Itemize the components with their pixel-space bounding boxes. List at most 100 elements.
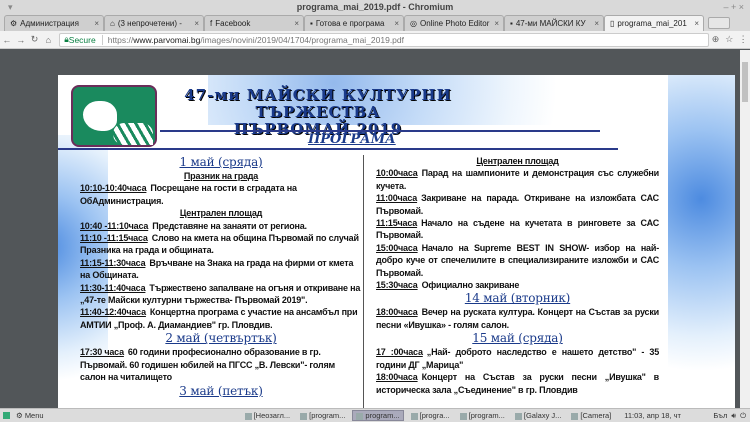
bookmark-star-icon[interactable]: ☆ bbox=[722, 34, 736, 45]
menu-button[interactable]: ⚙ Menu bbox=[16, 411, 44, 420]
home-icon[interactable]: ⌂ bbox=[41, 35, 55, 45]
window-controls[interactable]: – + × bbox=[723, 0, 744, 14]
item-time: 11:00часа bbox=[376, 193, 418, 204]
tab-label: programa_mai_201 bbox=[617, 19, 687, 28]
taskbar-window[interactable]: program... bbox=[352, 410, 404, 421]
tab[interactable]: ▪ Готова е програма × bbox=[304, 15, 404, 31]
reload-icon[interactable]: ↻ bbox=[28, 34, 42, 45]
power-icon[interactable]: ⏻ bbox=[740, 411, 746, 421]
program-item: 10:00часа Парад на шампионите и демонстра… bbox=[376, 167, 659, 192]
item-text: Официално закриване bbox=[421, 280, 520, 291]
zoom-icon[interactable]: ⊕ bbox=[709, 34, 723, 45]
day-heading: 3 май (петък) bbox=[179, 383, 263, 398]
item-text: Начало на Supreme BEST IN SHOW- избор на… bbox=[376, 242, 659, 278]
document-icon: ▯ bbox=[610, 19, 615, 28]
item-time: 15:30часа bbox=[376, 280, 418, 291]
program-item: 11:30-11:40часа Тържествено запалване на … bbox=[80, 282, 362, 307]
app-icon bbox=[244, 412, 252, 420]
program-item: 11:00часа Закриване на парада. Откриване … bbox=[376, 192, 659, 217]
url-input[interactable]: 🔒︎ Secure https://www.parvomai.bg/images… bbox=[59, 32, 709, 47]
item-time: 15:00часа bbox=[376, 242, 418, 253]
left-column: 1 май (сряда) Празник на града 10:10-10:40… bbox=[80, 155, 362, 399]
logo-dove bbox=[71, 85, 157, 147]
item-text: Парад на шампионите и демонстрация със с… bbox=[376, 168, 659, 191]
program-title: ПРОГРАМА bbox=[308, 132, 396, 147]
forward-icon[interactable]: → bbox=[14, 35, 28, 45]
item-time: 10:00часа bbox=[376, 168, 418, 179]
home-icon: ⌂ bbox=[110, 19, 115, 28]
close-tab-icon[interactable]: × bbox=[594, 16, 599, 31]
title-bar: ▾ programa_mai_2019.pdf - Chromium – + × bbox=[0, 0, 750, 14]
program-item: 11:10 -11:15часа Слово на кмета на община… bbox=[80, 232, 362, 257]
divider bbox=[58, 148, 618, 150]
page-icon: ▪ bbox=[510, 19, 513, 28]
scrollbar[interactable] bbox=[740, 50, 750, 408]
globe-icon: ◎ bbox=[410, 19, 417, 28]
taskbar-window[interactable]: [program... bbox=[457, 411, 508, 420]
tab-label: 47-ми МАЙСКИ КУ bbox=[515, 19, 586, 28]
item-time: 18:00часа bbox=[376, 372, 418, 383]
back-icon[interactable]: ← bbox=[0, 35, 14, 45]
scrollbar-thumb[interactable] bbox=[742, 62, 748, 102]
pdf-page: 47-ми МАЙСКИ КУЛТУРНИ ТЪРЖЕСТВА ПЪРВОМАЙ … bbox=[58, 75, 735, 408]
item-time: 17:30 часа bbox=[80, 347, 124, 358]
close-tab-icon[interactable]: × bbox=[394, 16, 399, 31]
app-icon bbox=[459, 412, 467, 420]
item-text: Представяне на занаяти от региона. bbox=[152, 220, 307, 231]
item-text: Закриване на парада. Откриване на изложб… bbox=[376, 193, 659, 216]
volume-icon[interactable]: 🔊︎ bbox=[731, 411, 736, 421]
item-time: 10:10-10:40часа bbox=[80, 183, 147, 194]
clock[interactable]: 11:03, апр 18, чт bbox=[624, 411, 681, 420]
item-time: 18:00часа bbox=[376, 307, 418, 318]
taskbar-window[interactable]: [Camera] bbox=[568, 411, 614, 420]
close-tab-icon[interactable]: × bbox=[494, 16, 499, 31]
program-item: 15:00часа Начало на Supreme BEST IN SHOW-… bbox=[376, 242, 659, 279]
more-menu-icon[interactable]: ⋮ bbox=[736, 34, 750, 45]
app-icon bbox=[514, 412, 522, 420]
tab[interactable]: ▯ programa_mai_201 × bbox=[604, 15, 704, 31]
item-time: 10:40 -11:10часа bbox=[80, 220, 149, 231]
tab-label: Готова е програма bbox=[315, 19, 385, 28]
tab[interactable]: ⚙ Администрация × bbox=[4, 15, 104, 31]
day-heading: 15 май (сряда) bbox=[472, 331, 563, 346]
keyboard-layout[interactable]: Бъл bbox=[713, 411, 727, 420]
app-icon bbox=[571, 412, 579, 420]
decorative-swirl bbox=[668, 75, 735, 408]
program-item: 11:40-12:40часа Концертна програма с учас… bbox=[80, 306, 362, 331]
item-time: 11:10 -11:15часа bbox=[80, 233, 148, 244]
tab-strip: ⚙ Администрация × ⌂ (3 непрочетени) - × f Face… bbox=[0, 14, 750, 31]
day-heading: 14 май (вторник) bbox=[464, 291, 571, 306]
tab-label: Facebook bbox=[215, 19, 251, 28]
new-tab-button[interactable] bbox=[708, 17, 730, 29]
program-item: 10:10-10:40часа Посрещане на гости в сгра… bbox=[80, 182, 362, 207]
program-item: 10:40 -11:10часа Представяне на занаяти о… bbox=[80, 220, 362, 232]
item-time: 11:15-11:30часа bbox=[80, 257, 146, 268]
program-item: 11:15часа Начало на съдене на кучетата в … bbox=[376, 217, 659, 242]
close-tab-icon[interactable]: × bbox=[94, 16, 99, 31]
close-tab-icon[interactable]: × bbox=[694, 16, 699, 31]
tab-label: Online Photo Editor bbox=[419, 19, 490, 28]
taskbar-window[interactable]: [Galaxy J... bbox=[512, 411, 565, 420]
tab-label: Администрация bbox=[20, 19, 79, 28]
taskbar-window[interactable]: [program... bbox=[297, 411, 348, 420]
close-tab-icon[interactable]: × bbox=[194, 16, 199, 31]
item-time: 11:40-12:40часа bbox=[80, 307, 146, 318]
item-time: 11:30-11:40часа bbox=[80, 282, 146, 293]
section-heading: Централен площад bbox=[179, 208, 263, 219]
secure-label: Secure bbox=[68, 34, 96, 45]
taskbar-window[interactable]: [Неозагл... bbox=[242, 411, 294, 420]
tab[interactable]: f Facebook × bbox=[204, 15, 304, 31]
tab[interactable]: ◎ Online Photo Editor × bbox=[404, 15, 504, 31]
right-column: Централен площад 10:00часа Парад на шампио… bbox=[376, 155, 659, 396]
taskbar-window[interactable]: [progra... bbox=[408, 411, 453, 420]
tab-label: (3 непрочетени) - bbox=[117, 19, 182, 28]
close-tab-icon[interactable]: × bbox=[294, 16, 299, 31]
window-menu-icon[interactable]: ▾ bbox=[8, 0, 13, 14]
program-item: 18:00часа Концерт на Състав за руски песн… bbox=[376, 371, 659, 396]
app-icon bbox=[300, 412, 308, 420]
tab[interactable]: ⌂ (3 непрочетени) - × bbox=[104, 15, 204, 31]
show-desktop-icon[interactable] bbox=[3, 412, 10, 419]
item-time: 17 :00часа bbox=[376, 347, 423, 358]
section-heading: Празник на града bbox=[183, 171, 259, 181]
tab[interactable]: ▪ 47-ми МАЙСКИ КУ × bbox=[504, 15, 604, 31]
